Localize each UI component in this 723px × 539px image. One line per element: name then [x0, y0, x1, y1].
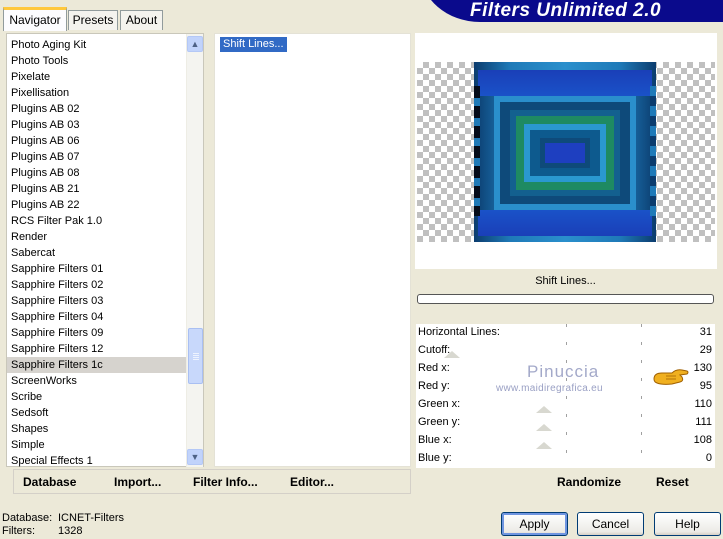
category-item[interactable]: Sapphire Filters 02: [7, 277, 203, 293]
category-item[interactable]: Shapes: [7, 421, 203, 437]
category-item[interactable]: Plugins AB 08: [7, 165, 203, 181]
category-item[interactable]: Sabercat: [7, 245, 203, 261]
category-item[interactable]: Plugins AB 21: [7, 181, 203, 197]
status-filters-label: Filters:: [2, 525, 35, 537]
scroll-thumb[interactable]: [188, 328, 203, 384]
parameter-area: Horizontal Lines: 31 Cutoff: 29 Red x: 1…: [416, 324, 715, 468]
bottom-link-bar: Database Import... Filter Info... Editor…: [13, 469, 411, 494]
banner: Filters Unlimited 2.0: [420, 0, 723, 22]
param-green-x[interactable]: Green x: 110: [416, 396, 715, 414]
tab-navigator[interactable]: Navigator: [3, 7, 67, 31]
category-list[interactable]: Photo Aging Kit Photo Tools Pixelate Pixell…: [6, 33, 204, 467]
param-value: 29: [699, 344, 712, 356]
filter-item[interactable]: Shift Lines...: [220, 37, 287, 52]
param-value: 130: [693, 362, 712, 374]
category-item[interactable]: Render: [7, 229, 203, 245]
param-label: Red x:: [418, 362, 450, 374]
param-value: 0: [705, 452, 712, 464]
param-value: 108: [693, 434, 712, 446]
tab-presets[interactable]: Presets: [68, 10, 118, 30]
category-item[interactable]: Plugins AB 02: [7, 101, 203, 117]
status-database-label: Database:: [2, 512, 53, 524]
param-blue-x[interactable]: Blue x: 108: [416, 432, 715, 450]
param-label: Horizontal Lines:: [418, 326, 500, 338]
param-label: Green y:: [418, 416, 461, 428]
category-item[interactable]: Sapphire Filters 04: [7, 309, 203, 325]
apply-button[interactable]: Apply: [501, 512, 568, 536]
category-item[interactable]: Sapphire Filters 01: [7, 261, 203, 277]
category-item[interactable]: Scribe: [7, 389, 203, 405]
param-value: 95: [699, 380, 712, 392]
filter-name-label: Shift Lines...: [535, 275, 596, 287]
param-label: Blue y:: [418, 452, 452, 464]
status-filters-value: 1328: [58, 525, 83, 537]
param-value: 110: [694, 398, 712, 410]
category-item[interactable]: Photo Tools: [7, 53, 203, 69]
param-label: Red y:: [418, 380, 450, 392]
database-button[interactable]: Database: [23, 475, 76, 489]
tab-about[interactable]: About: [120, 10, 163, 30]
category-item[interactable]: RCS Filter Pak 1.0: [7, 213, 203, 229]
param-value: 111: [695, 416, 712, 428]
category-item[interactable]: Plugins AB 03: [7, 117, 203, 133]
status-filters: Filters: 1328: [2, 525, 82, 537]
category-item[interactable]: Pixelate: [7, 69, 203, 85]
category-item[interactable]: Pixellisation: [7, 85, 203, 101]
category-item[interactable]: Sedsoft: [7, 405, 203, 421]
category-item[interactable]: Plugins AB 06: [7, 133, 203, 149]
category-item[interactable]: Plugins AB 07: [7, 149, 203, 165]
watermark-url: www.maidiregrafica.eu: [496, 383, 603, 394]
randomize-button[interactable]: Randomize: [557, 475, 621, 489]
status-database: Database: ICNET-Filters: [2, 512, 124, 524]
scroll-up-button[interactable]: ▲: [187, 36, 203, 52]
watermark-name: Pinuccia: [527, 362, 600, 381]
filter-info-button[interactable]: Filter Info...: [193, 475, 258, 489]
category-item[interactable]: Sapphire Filters 12: [7, 341, 203, 357]
param-label: Cutoff:: [418, 344, 451, 356]
preview-image[interactable]: [474, 62, 656, 242]
param-label: Blue x:: [418, 434, 452, 446]
category-item[interactable]: Simple: [7, 437, 203, 453]
param-horizontal-lines[interactable]: Horizontal Lines: 31: [416, 324, 715, 342]
category-item[interactable]: Photo Aging Kit: [7, 37, 203, 53]
status-database-value: ICNET-Filters: [58, 512, 124, 524]
import-button[interactable]: Import...: [114, 475, 161, 489]
editor-button[interactable]: Editor...: [290, 475, 334, 489]
param-blue-y[interactable]: Blue y: 0: [416, 450, 715, 468]
progress-bar: [417, 294, 714, 304]
category-scrollbar[interactable]: ▲ ▼: [186, 34, 203, 467]
param-label: Green x:: [418, 398, 461, 410]
category-item[interactable]: Sapphire Filters 1c: [7, 357, 203, 373]
param-cutoff[interactable]: Cutoff: 29: [416, 342, 715, 360]
category-item[interactable]: Sapphire Filters 03: [7, 293, 203, 309]
category-item[interactable]: Special Effects 1: [7, 453, 203, 469]
pointing-hand-icon: [653, 369, 689, 385]
filter-list[interactable]: [214, 33, 411, 467]
category-item[interactable]: ScreenWorks: [7, 373, 203, 389]
param-green-y[interactable]: Green y: 111: [416, 414, 715, 432]
category-item[interactable]: Plugins AB 22: [7, 197, 203, 213]
cancel-button[interactable]: Cancel: [577, 512, 644, 536]
banner-title: Filters Unlimited 2.0: [470, 0, 662, 21]
category-item[interactable]: Sapphire Filters 09: [7, 325, 203, 341]
help-button[interactable]: Help: [654, 512, 721, 536]
reset-button[interactable]: Reset: [656, 475, 689, 489]
scroll-down-button[interactable]: ▼: [187, 449, 203, 465]
param-value: 31: [699, 326, 712, 338]
